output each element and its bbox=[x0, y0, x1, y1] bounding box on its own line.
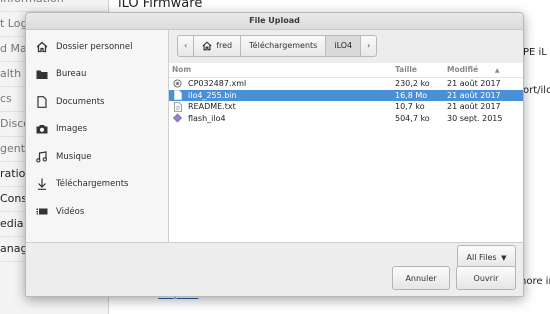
file-size: 504,7 ko bbox=[395, 113, 430, 123]
cancel-button[interactable]: Annuler bbox=[392, 266, 450, 290]
bg-text-fragment: nore in bbox=[520, 276, 550, 287]
camera-icon bbox=[35, 123, 48, 136]
file-size: 10,7 ko bbox=[395, 102, 425, 111]
path-back-button[interactable]: ‹ bbox=[177, 35, 195, 57]
place-desktop[interactable]: Bureau bbox=[26, 61, 168, 89]
place-label: Téléchargements bbox=[56, 179, 129, 190]
file-list-header: Nom Taille Modifié ▲ bbox=[169, 63, 523, 78]
column-modified-header[interactable]: Modifié ▲ bbox=[447, 63, 523, 77]
music-icon bbox=[35, 150, 48, 163]
sort-ascending-icon: ▲ bbox=[494, 67, 500, 74]
place-home[interactable]: Dossier personnel bbox=[26, 33, 168, 61]
file-row[interactable]: README.txt 10,7 ko 21 août 2017 bbox=[169, 101, 523, 113]
file-row[interactable]: flash_ilo4 504,7 ko 30 sept. 2015 bbox=[169, 113, 523, 125]
home-icon bbox=[35, 40, 48, 53]
place-documents[interactable]: Documents bbox=[26, 88, 168, 116]
place-label: Images bbox=[56, 124, 88, 135]
dialog-title[interactable]: File Upload bbox=[26, 13, 523, 30]
xml-file-icon bbox=[173, 79, 182, 89]
path-folder-downloads[interactable]: Téléchargements bbox=[240, 35, 327, 57]
bg-text-fragment: ort/ilo4 bbox=[523, 85, 550, 96]
file-name: CP032487.xml bbox=[188, 79, 247, 88]
place-music[interactable]: Musique bbox=[26, 143, 168, 171]
dropdown-arrow-icon: ▼ bbox=[501, 254, 507, 262]
place-downloads[interactable]: Téléchargements bbox=[26, 171, 168, 199]
file-row-selected[interactable]: ilo4_255.bin 16,8 Mo 21 août 2017 bbox=[169, 89, 523, 101]
document-icon bbox=[35, 95, 48, 108]
text-file-icon bbox=[173, 101, 182, 112]
place-label: Musique bbox=[56, 151, 92, 162]
place-label: Vidéos bbox=[56, 206, 85, 217]
executable-file-icon bbox=[173, 113, 182, 123]
file-upload-dialog: File Upload Dossier personnel Bureau Doc… bbox=[25, 12, 524, 297]
path-home-button[interactable]: fred bbox=[193, 35, 242, 57]
path-folder-ilo4[interactable]: iLO4 bbox=[325, 35, 362, 57]
file-list: Nom Taille Modifié ▲ CP032487.xml 230,2 … bbox=[169, 63, 523, 242]
column-name-header[interactable]: Nom bbox=[169, 63, 395, 77]
path-home-label: fred bbox=[216, 41, 233, 50]
file-name: ilo4_255.bin bbox=[188, 90, 237, 100]
bg-text-fragment: PE iL bbox=[523, 47, 547, 58]
file-modified: 21 août 2017 bbox=[447, 102, 501, 111]
place-label: Bureau bbox=[56, 69, 87, 80]
file-row[interactable]: CP032487.xml 230,2 ko 21 août 2017 bbox=[169, 78, 523, 90]
bg-page-title: iLO Firmware bbox=[118, 0, 203, 11]
place-label: Dossier personnel bbox=[56, 41, 133, 52]
file-modified: 21 août 2017 bbox=[447, 90, 501, 100]
binary-file-icon bbox=[173, 90, 182, 101]
places-sidebar: Dossier personnel Bureau Documents Image… bbox=[26, 30, 169, 242]
file-size: 230,2 ko bbox=[395, 79, 430, 88]
place-videos[interactable]: Vidéos bbox=[26, 198, 168, 226]
file-modified: 21 août 2017 bbox=[447, 79, 501, 88]
home-icon bbox=[202, 41, 212, 51]
dialog-separator bbox=[26, 242, 523, 243]
place-label: Documents bbox=[56, 96, 105, 107]
file-name: flash_ilo4 bbox=[188, 113, 226, 123]
video-icon bbox=[35, 205, 48, 218]
open-button[interactable]: Ouvrir bbox=[456, 266, 516, 290]
file-size: 16,8 Mo bbox=[395, 90, 428, 100]
path-bar: ‹ fred Téléchargements iLO4 › bbox=[177, 35, 378, 57]
place-images[interactable]: Images bbox=[26, 116, 168, 144]
download-icon bbox=[35, 178, 48, 191]
folder-icon bbox=[35, 68, 48, 81]
path-forward-button[interactable]: › bbox=[360, 35, 378, 57]
file-name: README.txt bbox=[188, 102, 236, 111]
file-modified: 30 sept. 2015 bbox=[447, 113, 503, 123]
column-size-header[interactable]: Taille bbox=[395, 63, 447, 77]
